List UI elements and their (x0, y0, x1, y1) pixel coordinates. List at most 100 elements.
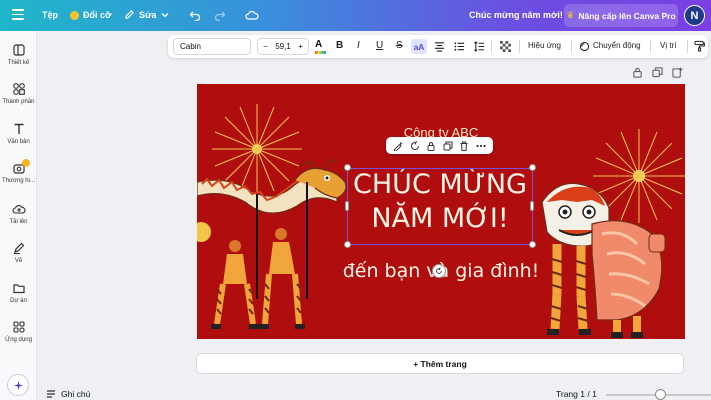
animate-button[interactable]: Chuyển động (593, 41, 641, 50)
notes-icon (47, 390, 55, 398)
file-menu-button[interactable]: Tệp (42, 10, 58, 20)
divider (519, 40, 520, 53)
rotate-handle[interactable] (432, 264, 446, 278)
magic-write-icon[interactable] (393, 141, 404, 151)
divider (491, 40, 492, 53)
font-size-decrease-button[interactable]: − (263, 42, 268, 51)
font-size-stepper: − 59,1 + (257, 38, 309, 55)
resize-handle-top-left[interactable] (344, 164, 351, 171)
undo-icon[interactable] (189, 9, 201, 21)
cloud-save-icon[interactable] (245, 9, 259, 21)
upgrade-label: Nâng cấp lên Canva Pro (578, 10, 676, 21)
sidebar-item-elements[interactable]: Thành phần (0, 82, 37, 105)
lock-icon[interactable] (632, 67, 643, 78)
line-spacing-icon[interactable] (474, 41, 485, 52)
layout-icon (12, 44, 25, 56)
sidebar-item-draw[interactable]: Vẽ (0, 241, 37, 264)
resize-label: Đổi cỡ (83, 10, 112, 20)
text-format-toolbar: Cabin − 59,1 + A B I U S aA Hiệu ứng Chu… (168, 35, 708, 58)
edit-mode-button[interactable]: Sửa (124, 9, 169, 20)
pencil-icon (125, 9, 135, 19)
menu-icon[interactable] (12, 9, 24, 21)
shapes-icon (12, 83, 25, 95)
crown-badge-icon (22, 159, 30, 167)
sidebar-item-projects[interactable]: Dự án (0, 281, 37, 304)
selection-box (347, 168, 533, 245)
sidebar-item-label: Văn bản (7, 139, 30, 145)
strikethrough-button[interactable]: S (396, 40, 403, 51)
draw-icon (13, 242, 24, 254)
document-title[interactable]: Chúc mừng năm mới! (469, 10, 563, 20)
top-bar: Tệp Đổi cỡ Sửa Chúc mừng năm mới! ♛ Nâng… (0, 0, 711, 31)
bold-button[interactable]: B (336, 40, 343, 51)
edit-mode-label: Sửa (139, 9, 157, 20)
sidebar-item-uploads[interactable]: Tải lên (0, 202, 37, 225)
sidebar-item-label: Dự án (10, 298, 27, 304)
duplicate-icon[interactable] (443, 141, 453, 151)
zoom-slider-thumb[interactable] (655, 389, 666, 400)
font-size-input[interactable]: 59,1 (275, 42, 291, 51)
sidebar-item-text[interactable]: Văn bản (0, 122, 37, 145)
duplicate-page-icon[interactable] (652, 67, 663, 78)
trash-icon[interactable] (459, 141, 469, 151)
sidebar-item-label: Thương hi... (2, 178, 35, 184)
divider (571, 40, 572, 53)
divider (650, 40, 651, 53)
upgrade-pro-button[interactable]: ♛ Nâng cấp lên Canva Pro (564, 4, 678, 27)
sidebar: Thiết kế Thành phần Văn bản Thương hi...… (0, 31, 37, 400)
underline-button[interactable]: U (376, 40, 383, 51)
add-page-icon[interactable] (672, 67, 683, 78)
text-color-icon: A (315, 39, 323, 50)
text-icon (14, 123, 23, 134)
add-page-button[interactable]: + Thêm trang (196, 353, 684, 374)
more-icon[interactable] (476, 141, 486, 151)
sparkle-icon (13, 380, 23, 390)
font-family-select[interactable]: Cabin (173, 38, 251, 55)
letter-case-button[interactable]: aA (411, 39, 427, 54)
italic-button[interactable]: I (357, 40, 360, 51)
sidebar-item-brand[interactable]: Thương hi... (0, 159, 37, 184)
resize-button[interactable]: Đổi cỡ (70, 10, 111, 20)
bullet-list-icon[interactable] (454, 41, 465, 52)
color-bar (315, 51, 326, 54)
sidebar-item-label: Tải lên (9, 219, 28, 225)
sidebar-item-label: Ứng dụng (5, 337, 32, 343)
resize-handle-top-right[interactable] (529, 164, 536, 171)
sidebar-item-label: Thiết kế (7, 60, 30, 66)
resize-handle-bottom-left[interactable] (344, 241, 351, 248)
font-size-increase-button[interactable]: + (298, 42, 303, 51)
resize-handle-left[interactable] (345, 201, 349, 211)
animate-icon (579, 41, 590, 52)
apps-icon (12, 321, 25, 333)
resize-handle-bottom-right[interactable] (529, 241, 536, 248)
magic-assistant-button[interactable] (7, 374, 29, 396)
crown-icon (70, 10, 79, 20)
text-color-button[interactable]: A (315, 38, 327, 55)
notes-label: Ghi chú (61, 389, 91, 399)
upload-cloud-icon (11, 204, 26, 214)
design-canvas[interactable]: Công ty ABC CHÚC MỪNG NĂM MỚI! đến bạn v… (197, 84, 685, 339)
align-center-icon[interactable] (434, 41, 445, 52)
redo-icon[interactable] (214, 9, 226, 21)
lock-icon[interactable] (426, 141, 436, 151)
resize-handle-right[interactable] (530, 201, 534, 211)
chevron-down-icon (161, 12, 168, 17)
crown-icon: ♛ (566, 10, 575, 20)
sidebar-item-label: Thành phần (2, 99, 35, 105)
rotate-element-icon[interactable] (410, 140, 420, 151)
sidebar-item-apps[interactable]: Ứng dụng (0, 320, 37, 343)
sidebar-item-label: Vẽ (14, 258, 23, 264)
avatar[interactable]: N (684, 5, 705, 26)
paint-roller-icon[interactable] (694, 40, 705, 52)
sidebar-item-design[interactable]: Thiết kế (0, 43, 37, 66)
notes-button[interactable]: Ghi chú (46, 389, 90, 399)
divider (687, 40, 688, 53)
dancer-left (211, 240, 259, 329)
effects-button[interactable]: Hiệu ứng (528, 41, 561, 50)
page-indicator[interactable]: Trang 1 / 1 (556, 389, 597, 399)
folder-icon (12, 284, 25, 294)
position-button[interactable]: Vị trí (660, 41, 676, 50)
rotate-icon (436, 267, 442, 274)
transparency-icon[interactable] (500, 41, 511, 52)
element-quick-toolbar (386, 137, 493, 154)
